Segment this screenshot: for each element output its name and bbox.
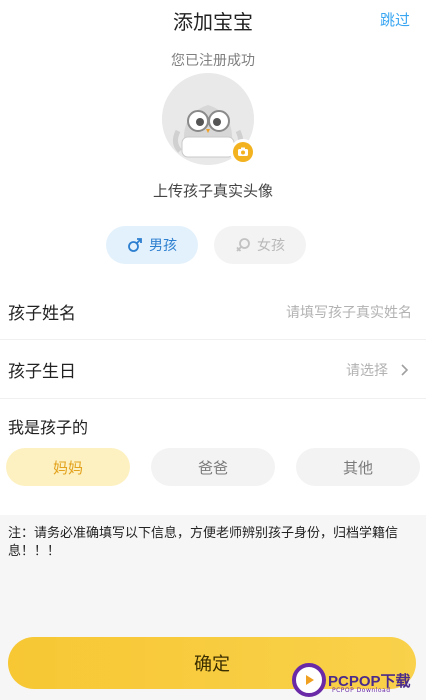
birthday-placeholder: 请选择 xyxy=(346,363,388,379)
camera-icon xyxy=(238,147,248,156)
avatar-upload[interactable] xyxy=(162,73,256,165)
divider xyxy=(0,398,426,399)
play-arrow-icon xyxy=(306,675,314,685)
child-birthday-select[interactable]: 请选择 xyxy=(346,360,412,380)
child-name-input[interactable]: 请填写孩子真实姓名 xyxy=(286,302,412,322)
gender-male-label: 男孩 xyxy=(149,238,177,254)
female-symbol-icon xyxy=(236,238,250,252)
watermark-sub: PCPOP Download xyxy=(332,687,391,694)
child-name-label: 孩子姓名 xyxy=(8,304,76,324)
camera-badge[interactable] xyxy=(230,139,256,165)
gender-female-button[interactable]: 女孩 xyxy=(214,226,306,264)
male-symbol-icon xyxy=(128,238,142,252)
registration-success-text: 您已注册成功 xyxy=(171,53,255,69)
relation-option-mom[interactable]: 妈妈 xyxy=(6,448,130,486)
chevron-right-icon xyxy=(401,364,409,376)
gender-female-label: 女孩 xyxy=(257,238,285,254)
watermark-logo: PCPOP下载 PCPOP Download xyxy=(292,660,426,700)
divider xyxy=(0,339,426,340)
child-birthday-row[interactable]: 孩子生日 请选择 xyxy=(0,341,426,397)
relation-title: 我是孩子的 xyxy=(8,418,89,437)
relation-option-other[interactable]: 其他 xyxy=(296,448,420,486)
relation-option-dad[interactable]: 爸爸 xyxy=(151,448,275,486)
header-bar: 添加宝宝 跳过 xyxy=(0,0,426,38)
skip-button[interactable]: 跳过 xyxy=(380,9,410,30)
page-title: 添加宝宝 xyxy=(173,10,253,34)
gender-male-button[interactable]: 男孩 xyxy=(106,226,198,264)
child-birthday-label: 孩子生日 xyxy=(8,362,76,382)
pcpop-logo-icon xyxy=(292,663,326,697)
child-name-row[interactable]: 孩子姓名 请填写孩子真实姓名 xyxy=(0,283,426,339)
upload-avatar-label[interactable]: 上传孩子真实头像 xyxy=(0,180,426,201)
note-text: 注：请务必准确填写以下信息，方便老师辨别孩子身份，归档学籍信息！！！ xyxy=(8,526,399,559)
